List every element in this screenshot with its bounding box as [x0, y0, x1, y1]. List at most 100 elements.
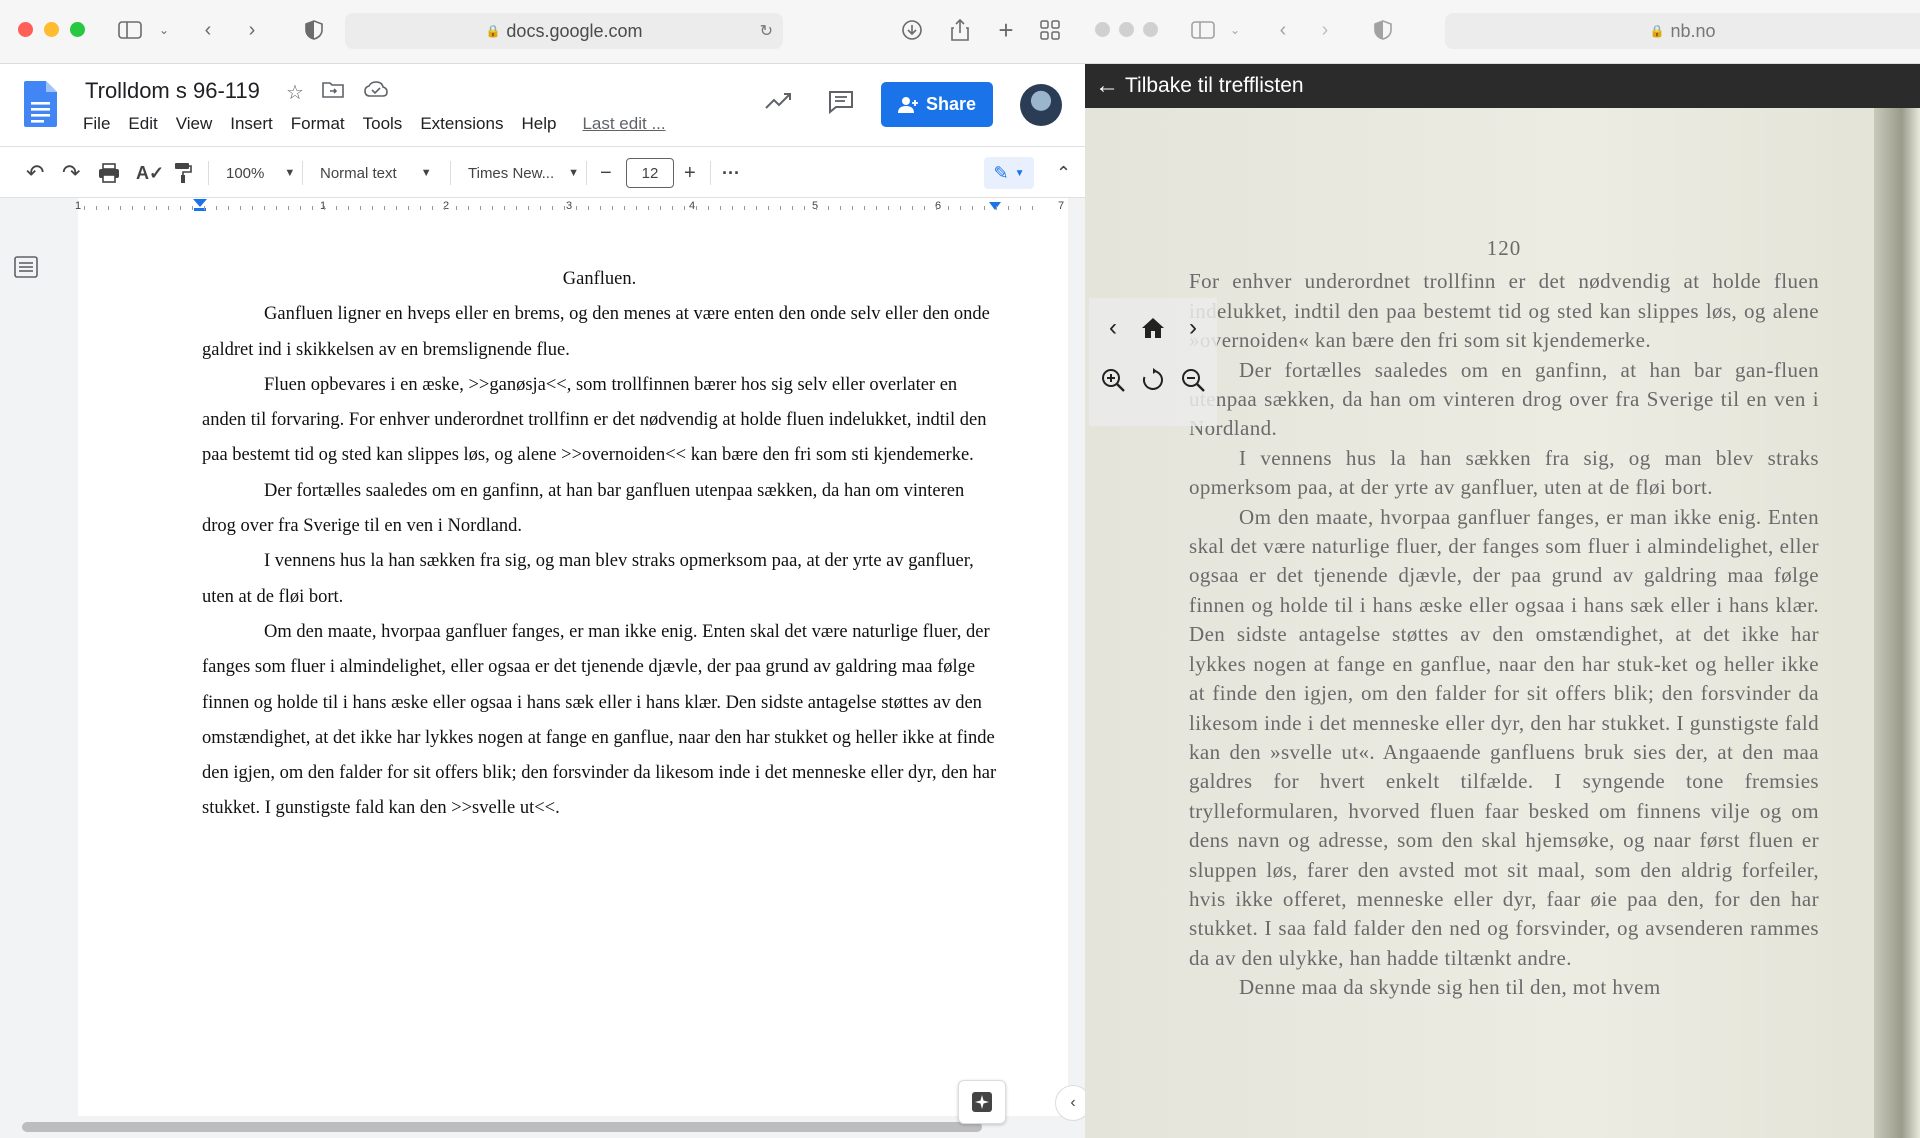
sidebar-icon[interactable] [1189, 16, 1217, 44]
zoom-in-icon[interactable] [1095, 362, 1131, 398]
document-outline-icon[interactable] [14, 256, 38, 284]
redo-icon[interactable]: ↷ [62, 159, 80, 187]
menu-help[interactable]: Help [521, 114, 556, 134]
move-folder-icon[interactable] [322, 80, 344, 104]
scanned-page-viewer[interactable]: 120 For enhver underordnet trollfinn er … [1085, 108, 1920, 1138]
menu-edit[interactable]: Edit [128, 114, 157, 134]
minimize-button[interactable] [1119, 22, 1134, 37]
ruler-tick [924, 206, 925, 210]
ruler-tick [672, 206, 673, 210]
cloud-status-icon[interactable] [364, 80, 388, 104]
menu-insert[interactable]: Insert [230, 114, 273, 134]
zoom-select[interactable]: 100% ▼ [226, 159, 295, 187]
back-to-results-label: Tilbake til trefflisten [1125, 74, 1304, 97]
ruler-tick [888, 206, 889, 210]
docs-logo-icon[interactable] [22, 80, 58, 128]
left-indent-marker-icon[interactable] [192, 198, 208, 212]
zoom-out-icon[interactable] [1175, 362, 1211, 398]
back-to-results-bar[interactable]: ← Tilbake til trefflisten [1085, 64, 1920, 108]
horizontal-scrollbar[interactable] [22, 1122, 982, 1132]
ruler-tick [732, 206, 733, 210]
next-page-icon[interactable]: › [1175, 310, 1211, 346]
tab-overview-icon[interactable] [1036, 16, 1064, 44]
document-body[interactable]: Ganfluen. Ganfluen ligner en hveps eller… [202, 262, 997, 827]
minimize-button[interactable] [44, 22, 59, 37]
menu-tools[interactable]: Tools [363, 114, 403, 134]
ruler-tick [588, 206, 589, 210]
style-select[interactable]: Normal text ▼ [320, 159, 432, 187]
star-icon[interactable]: ☆ [286, 80, 304, 105]
ruler-tick [684, 206, 685, 210]
address-bar[interactable]: 🔒 docs.google.com ↻ [345, 13, 783, 49]
rotate-icon[interactable] [1135, 362, 1171, 398]
font-value: Times New... [468, 164, 555, 182]
menu-format[interactable]: Format [291, 114, 345, 134]
last-edit-link[interactable]: Last edit ... [582, 114, 665, 134]
more-options-button[interactable]: ··· [722, 159, 740, 187]
print-icon[interactable] [98, 159, 120, 187]
share-button[interactable]: Share [881, 82, 993, 127]
back-icon[interactable]: ‹ [194, 16, 222, 44]
ruler-tick [372, 206, 373, 210]
chevron-down-icon[interactable]: ⌄ [150, 16, 178, 44]
undo-icon[interactable]: ↶ [26, 159, 44, 187]
back-icon[interactable]: ‹ [1269, 16, 1297, 44]
increase-font-size-button[interactable]: + [684, 159, 696, 187]
ruler-tick [816, 206, 817, 210]
viewer-controls: ‹ › [1089, 298, 1217, 426]
collapse-menus-icon[interactable]: ⌃ [1056, 159, 1071, 187]
font-size-input[interactable]: 12 [626, 158, 674, 188]
comments-icon[interactable] [828, 90, 854, 120]
ruler-tick [288, 206, 289, 210]
ruler-tick [504, 206, 505, 210]
forward-icon[interactable]: › [238, 16, 266, 44]
avatar[interactable] [1020, 84, 1062, 126]
ruler-tick [1008, 206, 1009, 210]
right-indent-marker-icon[interactable] [988, 201, 1002, 211]
previous-page-icon[interactable]: ‹ [1095, 310, 1131, 346]
ruler[interactable]: 1 1 2 3 4 5 6 7 [0, 198, 1085, 216]
zoom-button[interactable] [1143, 22, 1158, 37]
home-icon[interactable] [1135, 310, 1171, 346]
share-sheet-icon[interactable] [946, 16, 974, 44]
decrease-font-size-button[interactable]: − [600, 159, 612, 187]
reload-icon[interactable]: ↻ [760, 21, 773, 41]
ruler-tick [516, 206, 517, 210]
paint-format-icon[interactable] [174, 159, 192, 187]
ruler-tick [96, 206, 97, 210]
zoom-button[interactable] [70, 22, 85, 37]
close-button[interactable] [18, 22, 33, 37]
close-button[interactable] [1095, 22, 1110, 37]
menu-extensions[interactable]: Extensions [420, 114, 503, 134]
dropdown-arrow-icon: ▼ [568, 167, 580, 179]
address-bar[interactable]: 🔒 nb.no [1445, 13, 1920, 49]
editing-mode-button[interactable]: ✎ ▼ [984, 157, 1034, 189]
ruler-tick [300, 206, 301, 210]
menu-view[interactable]: View [176, 114, 213, 134]
download-icon[interactable] [898, 16, 926, 44]
sidebar-icon[interactable] [116, 16, 144, 44]
explore-button[interactable] [958, 1080, 1006, 1124]
shield-icon[interactable] [300, 16, 328, 44]
paragraph: Der fortælles saaledes om en ganfinn, at… [202, 480, 965, 537]
forward-icon[interactable]: › [1311, 16, 1339, 44]
paragraph: Om den maate, hvorpaa ganfluer fanges, e… [202, 621, 997, 819]
ruler-tick [120, 206, 121, 210]
ruler-tick [528, 206, 529, 210]
ruler-tick [996, 206, 997, 210]
activity-trend-icon[interactable] [764, 90, 792, 118]
shield-icon[interactable] [1369, 16, 1397, 44]
ruler-tick [876, 206, 877, 210]
ruler-tick [216, 206, 217, 210]
font-select[interactable]: Times New... ▼ [468, 159, 579, 187]
new-tab-icon[interactable]: + [992, 15, 1020, 45]
chevron-down-icon[interactable]: ⌄ [1221, 16, 1249, 44]
pencil-icon: ✎ [993, 162, 1009, 183]
spellcheck-icon[interactable]: A✓ [136, 159, 164, 187]
ruler-number: 3 [566, 200, 573, 212]
paragraph: I vennens hus la han sækken fra sig, og … [202, 551, 974, 607]
ruler-tick [972, 206, 973, 210]
document-title[interactable]: Trolldom s 96-119 [85, 78, 260, 104]
menu-file[interactable]: File [83, 114, 110, 134]
ruler-tick [444, 206, 445, 210]
